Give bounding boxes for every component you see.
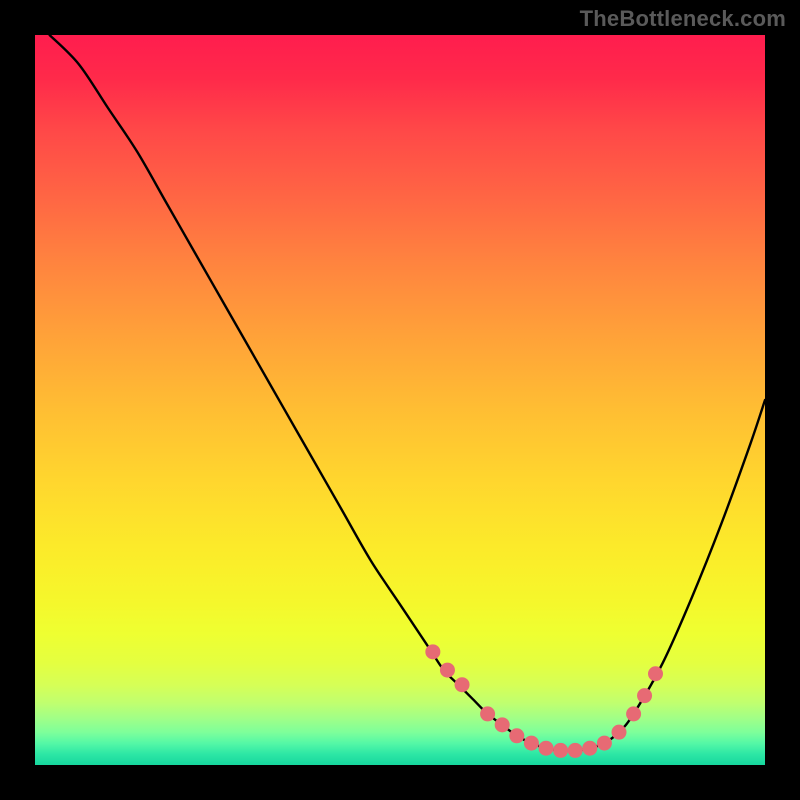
highlight-markers [425,644,663,758]
chart-frame: TheBottleneck.com [0,0,800,800]
highlight-dot [553,743,568,758]
highlight-dot [455,677,470,692]
highlight-dot [425,644,440,659]
highlight-dot [612,725,627,740]
highlight-dot [568,743,583,758]
watermark-text: TheBottleneck.com [580,6,786,32]
highlight-dot [648,666,663,681]
highlight-dot [480,706,495,721]
highlight-dot [440,663,455,678]
highlight-dot [626,706,641,721]
highlight-dot [495,717,510,732]
curve-svg [35,35,765,765]
highlight-dot [539,741,554,756]
highlight-dot [524,736,539,751]
plot-area [35,35,765,765]
highlight-dot [582,741,597,756]
bottleneck-curve [50,35,765,751]
highlight-dot [597,736,612,751]
highlight-dot [637,688,652,703]
highlight-dot [509,728,524,743]
